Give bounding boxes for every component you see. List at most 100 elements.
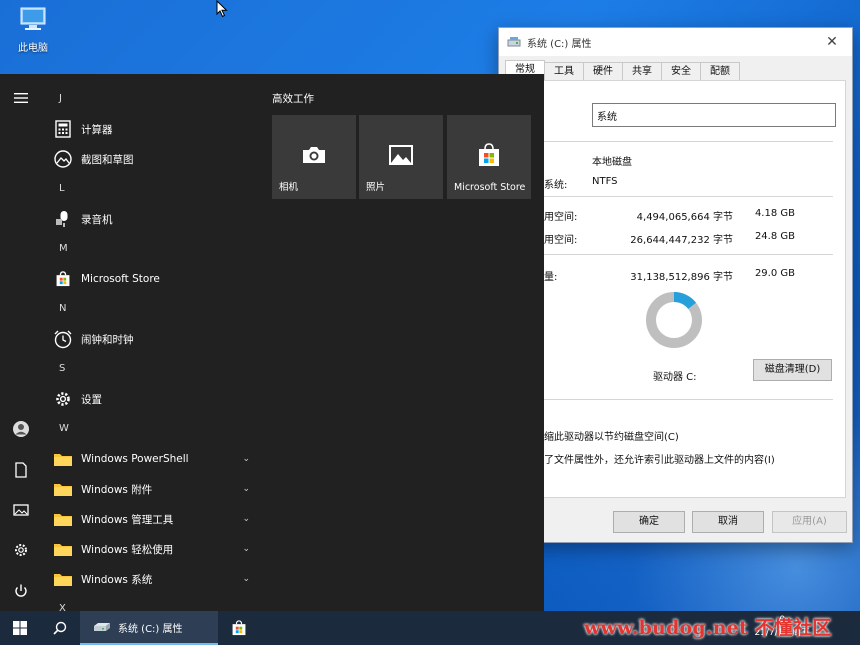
- power-icon[interactable]: [11, 581, 31, 601]
- disk-usage-donut: [646, 292, 702, 348]
- section-letter[interactable]: X: [42, 594, 266, 611]
- app-list[interactable]: J 计算器 截图和草图 L 录音机 M Microsoft Store N 闹钟和时钟 S 设置 W W…: [42, 84, 266, 611]
- tab-quota[interactable]: 配额: [700, 62, 740, 80]
- documents-icon[interactable]: [11, 460, 31, 480]
- app-item-label: 闹钟和时钟: [81, 333, 134, 346]
- app-item[interactable]: Windows 系统 ⌄: [42, 564, 266, 594]
- divider: [542, 254, 833, 255]
- free-bytes: 26,644,447,232 字节: [630, 235, 733, 246]
- app-item[interactable]: 闹钟和时钟: [42, 324, 266, 354]
- photos-icon: [389, 145, 413, 165]
- capacity-bytes: 31,138,512,896 字节: [630, 272, 733, 283]
- folder-icon: [53, 479, 73, 499]
- app-item-label: 截图和草图: [81, 153, 134, 166]
- taskbar-window-label: 系统 (C:) 属性: [118, 623, 183, 635]
- settings-icon[interactable]: [11, 540, 31, 560]
- section-letter[interactable]: M: [42, 234, 266, 264]
- window-titlebar[interactable]: 系统 (C:) 属性 ✕: [499, 28, 852, 56]
- app-item[interactable]: 计算器: [42, 114, 266, 144]
- hamburger-menu-icon[interactable]: [11, 88, 31, 108]
- drive-label: 驱动器 C:: [653, 372, 697, 383]
- tab-tools[interactable]: 工具: [544, 62, 584, 80]
- app-item[interactable]: Microsoft Store: [42, 264, 266, 294]
- alarm-clock-icon: [53, 329, 73, 349]
- folder-icon: [53, 569, 73, 589]
- tab-security[interactable]: 安全: [661, 62, 701, 80]
- tab-sharing[interactable]: 共享: [622, 62, 662, 80]
- chevron-down-icon[interactable]: ⌄: [242, 454, 250, 464]
- tile-microsoft-store[interactable]: Microsoft Store: [447, 115, 531, 199]
- cancel-button[interactable]: 取消: [692, 511, 764, 533]
- desktop-icon-label: 此电脑: [18, 43, 48, 54]
- app-item-label: 录音机: [81, 213, 113, 226]
- app-item[interactable]: 设置: [42, 384, 266, 414]
- free-space-label: 用空间:: [544, 235, 578, 246]
- app-item-label: Windows PowerShell: [81, 453, 189, 465]
- capacity-label: 量:: [544, 272, 558, 283]
- taskbar-microsoft-store[interactable]: [222, 611, 256, 645]
- start-menu-rail: [0, 74, 42, 611]
- drive-icon: [507, 37, 521, 47]
- divider: [542, 196, 833, 197]
- windows-logo-icon: [13, 621, 27, 635]
- voice-recorder-icon: [53, 209, 73, 229]
- section-letter[interactable]: L: [42, 174, 266, 204]
- watermark: www.budog.net 不懂社区: [584, 617, 832, 639]
- app-item-label: Microsoft Store: [81, 273, 160, 285]
- app-item[interactable]: 录音机: [42, 204, 266, 234]
- folder-icon: [53, 539, 73, 559]
- capacity-gb: 29.0 GB: [754, 268, 795, 279]
- start-button[interactable]: [0, 611, 40, 645]
- divider: [542, 141, 833, 142]
- tile-label: Microsoft Store: [454, 182, 526, 193]
- used-space-label: 用空间:: [544, 212, 578, 223]
- app-item-label: 设置: [81, 393, 102, 406]
- taskbar-window-properties[interactable]: 系统 (C:) 属性: [80, 611, 218, 645]
- user-account-icon[interactable]: [11, 419, 31, 439]
- app-item[interactable]: Windows PowerShell ⌄: [42, 444, 266, 474]
- search-icon: [53, 621, 67, 635]
- compress-drive-option[interactable]: 缩此驱动器以节约磁盘空间(C): [544, 428, 679, 443]
- section-letter[interactable]: J: [42, 84, 266, 114]
- general-tab-panel: 系统 本地磁盘 系统: NTFS 用空间: 4,494,065,664 字节 4…: [505, 80, 846, 498]
- filesystem-label: 系统:: [544, 180, 568, 191]
- search-button[interactable]: [40, 611, 80, 645]
- apply-button[interactable]: 应用(A): [772, 511, 847, 533]
- section-letter[interactable]: N: [42, 294, 266, 324]
- app-item-label: 计算器: [81, 123, 113, 136]
- section-letter[interactable]: S: [42, 354, 266, 384]
- camera-icon: [303, 147, 325, 163]
- filesystem-value: NTFS: [592, 176, 618, 187]
- folder-icon: [53, 509, 73, 529]
- disk-cleanup-button[interactable]: 磁盘清理(D): [753, 359, 832, 381]
- chevron-down-icon[interactable]: ⌄: [242, 544, 250, 554]
- tab-hardware[interactable]: 硬件: [583, 62, 623, 80]
- chevron-down-icon[interactable]: ⌄: [242, 484, 250, 494]
- calculator-icon: [53, 119, 73, 139]
- drive-icon: [94, 623, 110, 631]
- index-drive-option[interactable]: 了文件属性外，还允许索引此驱动器上文件的内容(I): [544, 451, 775, 466]
- tile-label: 相机: [279, 182, 299, 193]
- ok-button[interactable]: 确定: [613, 511, 685, 533]
- chevron-down-icon[interactable]: ⌄: [242, 514, 250, 524]
- desktop-icon-this-pc[interactable]: 此电脑: [10, 6, 56, 54]
- folder-icon: [53, 449, 73, 469]
- close-icon[interactable]: ✕: [812, 34, 852, 50]
- tile-photos[interactable]: 照片: [359, 115, 443, 199]
- tile-label: 照片: [366, 182, 386, 193]
- app-item-label: Windows 轻松使用: [81, 543, 174, 556]
- window-title: 系统 (C:) 属性: [527, 38, 592, 50]
- drive-properties-window[interactable]: 系统 (C:) 属性 ✕ 常规 工具 硬件 共享 安全 配额 系统 本地磁盘 系…: [498, 27, 853, 543]
- mouse-cursor-icon: [216, 0, 228, 18]
- tile-camera[interactable]: 相机: [272, 115, 356, 199]
- app-item[interactable]: Windows 轻松使用 ⌄: [42, 534, 266, 564]
- section-letter[interactable]: W: [42, 414, 266, 444]
- volume-name-input[interactable]: 系统: [592, 103, 836, 127]
- app-item[interactable]: Windows 管理工具 ⌄: [42, 504, 266, 534]
- store-icon: [232, 620, 246, 636]
- app-item[interactable]: 截图和草图: [42, 144, 266, 174]
- pictures-icon[interactable]: [11, 500, 31, 520]
- app-item-label: Windows 管理工具: [81, 513, 174, 526]
- app-item[interactable]: Windows 附件 ⌄: [42, 474, 266, 504]
- chevron-down-icon[interactable]: ⌄: [242, 574, 250, 584]
